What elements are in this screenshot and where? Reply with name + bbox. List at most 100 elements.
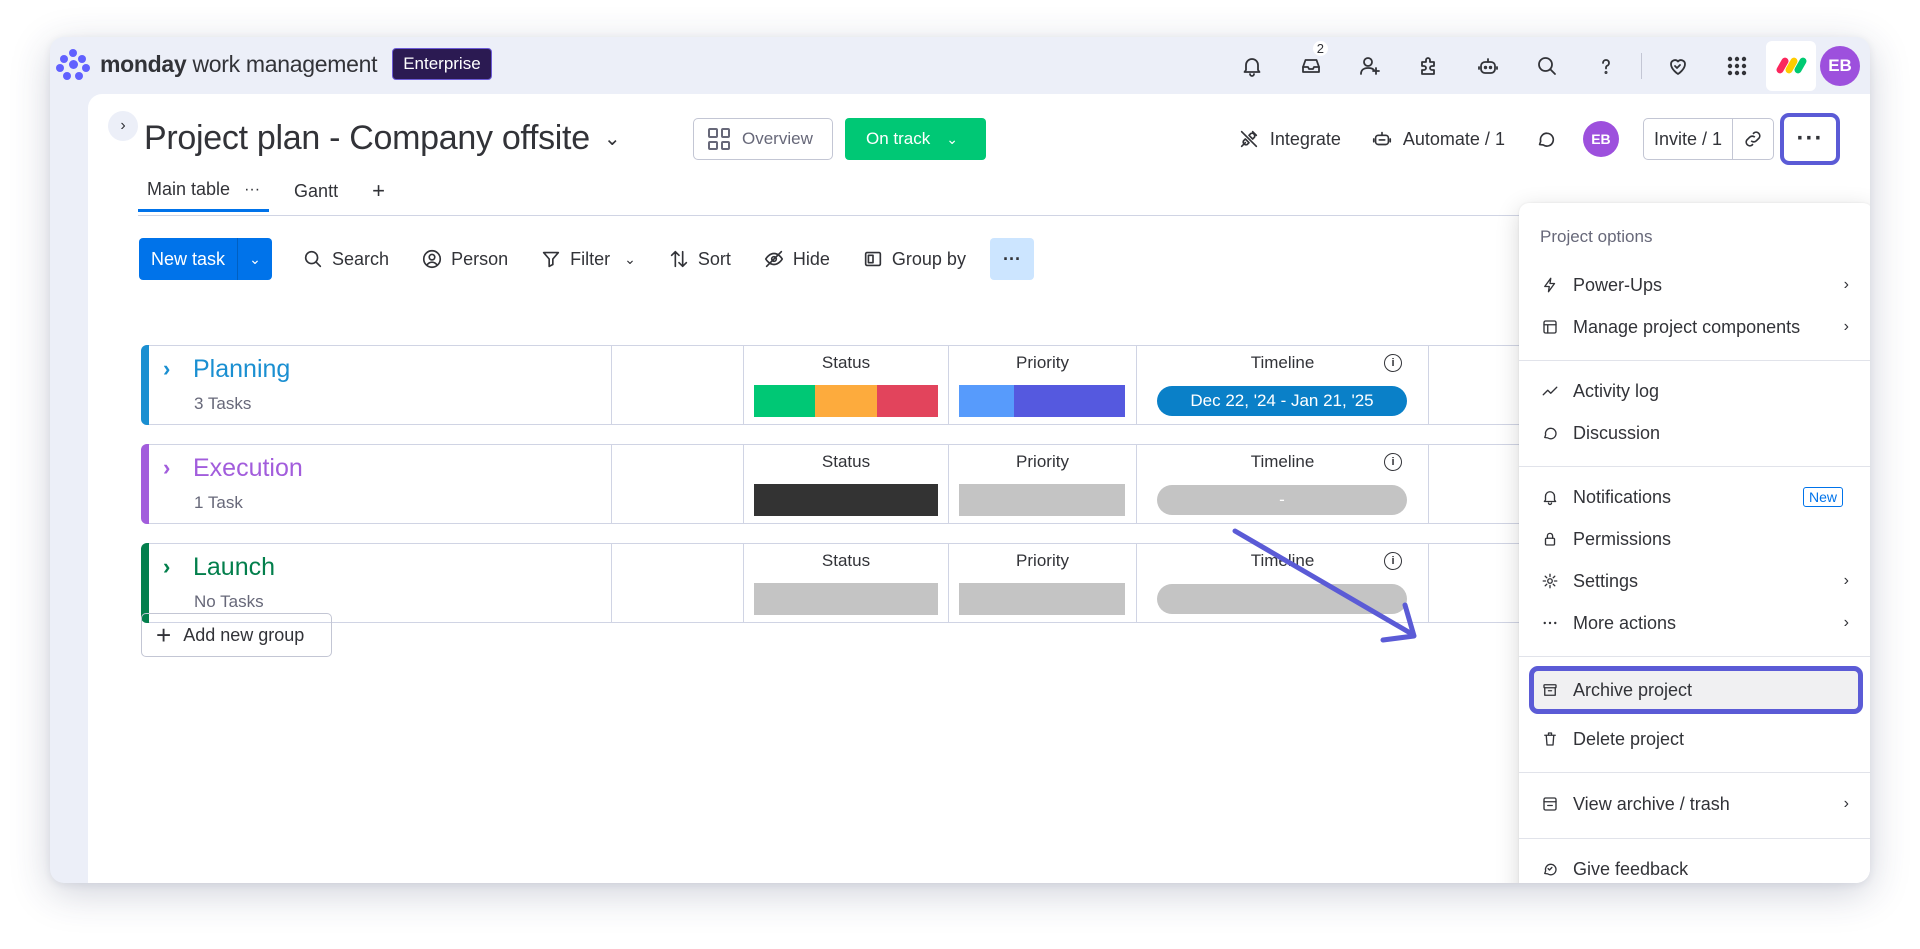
board-content: › Project plan - Company offsite ⌄ Overv…: [88, 94, 1870, 883]
page-title[interactable]: Project plan - Company offsite ⌄: [144, 119, 621, 158]
chevron-right-icon: ›: [1843, 614, 1849, 631]
priority-column[interactable]: Priority: [948, 346, 1136, 424]
filter-button[interactable]: Filter ⌄: [540, 248, 636, 270]
timeline-summary-pill[interactable]: [1157, 584, 1407, 614]
chevron-down-icon[interactable]: ⌄: [624, 251, 636, 268]
group-name[interactable]: Execution: [193, 454, 303, 483]
status-summary-bar[interactable]: [754, 484, 938, 516]
help-icon[interactable]: [1576, 37, 1635, 94]
info-icon[interactable]: i: [1384, 552, 1402, 570]
menu-item-activity-log[interactable]: Activity log: [1529, 371, 1863, 411]
status-summary-bar[interactable]: [754, 583, 938, 615]
collapse-group-chevron-icon[interactable]: ›: [163, 554, 170, 580]
status-column[interactable]: Status: [743, 445, 948, 523]
group-name[interactable]: Planning: [193, 355, 290, 384]
timeline-summary-pill[interactable]: -: [1157, 485, 1407, 515]
hide-columns-button[interactable]: Hide: [763, 248, 830, 270]
priority-summary-bar[interactable]: [959, 385, 1125, 417]
priority-summary-bar[interactable]: [959, 484, 1125, 516]
integrate-button[interactable]: Integrate: [1238, 128, 1341, 150]
menu-divider: [1519, 360, 1870, 361]
new-task-dropdown-chevron-icon[interactable]: ⌄: [238, 238, 272, 280]
copy-link-icon[interactable]: [1733, 119, 1773, 159]
menu-item-label: Permissions: [1573, 528, 1672, 549]
status-column[interactable]: Status: [743, 346, 948, 424]
search-icon[interactable]: [1517, 37, 1576, 94]
updates-button[interactable]: [1535, 128, 1557, 150]
menu-item-delete-project[interactable]: Delete project: [1529, 719, 1863, 759]
menu-item-view-archive-trash[interactable]: View archive / trash ›: [1529, 784, 1863, 824]
heart-icon[interactable]: [1648, 37, 1707, 94]
timeline-column[interactable]: Timeline i Dec 22, '24 - Jan 21, '25: [1136, 346, 1428, 424]
tab-main-table[interactable]: Main table ···: [138, 170, 270, 212]
apps-puzzle-icon[interactable]: [1399, 37, 1458, 94]
priority-summary-bar[interactable]: [959, 583, 1125, 615]
add-view-plus-icon[interactable]: +: [363, 170, 394, 212]
timeline-summary-pill[interactable]: Dec 22, '24 - Jan 21, '25: [1157, 386, 1407, 416]
ai-bot-icon[interactable]: [1458, 37, 1517, 94]
plug-icon: [1240, 130, 1257, 148]
expand-sidebar-chevron-icon[interactable]: ›: [108, 111, 138, 141]
inbox-icon[interactable]: 2: [1281, 37, 1340, 94]
menu-item-give-feedback[interactable]: Give feedback: [1529, 849, 1863, 883]
collapse-group-chevron-icon[interactable]: ›: [163, 356, 170, 382]
monday-product-logo-icon[interactable]: [1766, 40, 1816, 91]
tab-gantt[interactable]: Gantt: [285, 170, 347, 212]
invite-user-icon[interactable]: [1340, 37, 1399, 94]
group-by-icon: [864, 251, 882, 267]
project-status-dropdown[interactable]: On track ⌄: [845, 118, 986, 160]
group-by-button[interactable]: Group by: [862, 248, 966, 270]
bell-icon[interactable]: [1222, 37, 1281, 94]
sort-button[interactable]: Sort: [668, 248, 731, 270]
menu-item-more-actions[interactable]: More actions ›: [1529, 603, 1863, 643]
archive-icon: [1543, 684, 1557, 696]
menu-item-power-ups[interactable]: Power-Ups ›: [1529, 265, 1863, 305]
status-column[interactable]: Status: [743, 544, 948, 622]
priority-column[interactable]: Priority: [948, 544, 1136, 622]
timeline-column[interactable]: Timeline i -: [1136, 445, 1428, 523]
status-summary-bar[interactable]: [754, 385, 938, 417]
board-member-avatar[interactable]: EB: [1582, 121, 1619, 157]
overview-button[interactable]: Overview: [693, 118, 833, 160]
inbox-count-badge: 2: [1312, 41, 1328, 56]
user-avatar[interactable]: EB: [1820, 45, 1860, 86]
info-icon[interactable]: i: [1384, 354, 1402, 372]
chat-bubble-icon: [1544, 427, 1557, 440]
chevron-right-icon: ›: [1843, 276, 1849, 293]
app-grid-icon[interactable]: [1707, 37, 1766, 94]
add-new-group-button[interactable]: + Add new group: [141, 613, 332, 657]
group-by-label: Group by: [891, 248, 966, 269]
toolbar-more-dots-icon[interactable]: ···: [989, 238, 1034, 280]
menu-item-settings[interactable]: Settings ›: [1529, 561, 1863, 601]
person-column: [611, 346, 743, 424]
chevron-right-icon: ›: [1843, 572, 1849, 589]
menu-item-manage-components[interactable]: Manage project components ›: [1529, 307, 1863, 347]
new-task-button[interactable]: New task: [139, 238, 239, 280]
automate-label: Automate / 1: [1402, 128, 1505, 149]
group-name[interactable]: Launch: [193, 553, 275, 582]
column-header: Status: [821, 551, 871, 570]
person-filter-button[interactable]: Person: [421, 248, 508, 270]
menu-item-label: Discussion: [1573, 422, 1661, 443]
invite-button[interactable]: Invite / 1: [1644, 119, 1733, 159]
automate-button[interactable]: Automate / 1: [1371, 128, 1505, 150]
info-icon[interactable]: i: [1384, 453, 1402, 471]
priority-column[interactable]: Priority: [948, 445, 1136, 523]
collapse-group-chevron-icon[interactable]: ›: [163, 455, 170, 481]
board-more-options-button[interactable]: ···: [1780, 113, 1840, 165]
invite-group: Invite / 1: [1642, 118, 1774, 160]
menu-item-notifications[interactable]: Notifications New: [1529, 477, 1863, 517]
tab-options-dots-icon[interactable]: ···: [244, 181, 260, 199]
timeline-column[interactable]: Timeline i: [1136, 544, 1428, 622]
search-button[interactable]: Search: [302, 248, 389, 270]
menu-item-label: Archive project: [1573, 679, 1693, 700]
menu-item-archive-project[interactable]: Archive project: [1529, 666, 1863, 714]
menu-divider: [1519, 838, 1870, 839]
menu-item-permissions[interactable]: Permissions: [1529, 519, 1863, 559]
add-group-label: Add new group: [183, 624, 305, 645]
menu-item-label: Give feedback: [1573, 858, 1689, 879]
filter-label: Filter: [570, 248, 611, 269]
menu-item-discussion[interactable]: Discussion: [1529, 413, 1863, 453]
chat-bubble-icon: [1538, 132, 1555, 147]
monday-logo[interactable]: monday work management Enterprise: [56, 44, 492, 84]
